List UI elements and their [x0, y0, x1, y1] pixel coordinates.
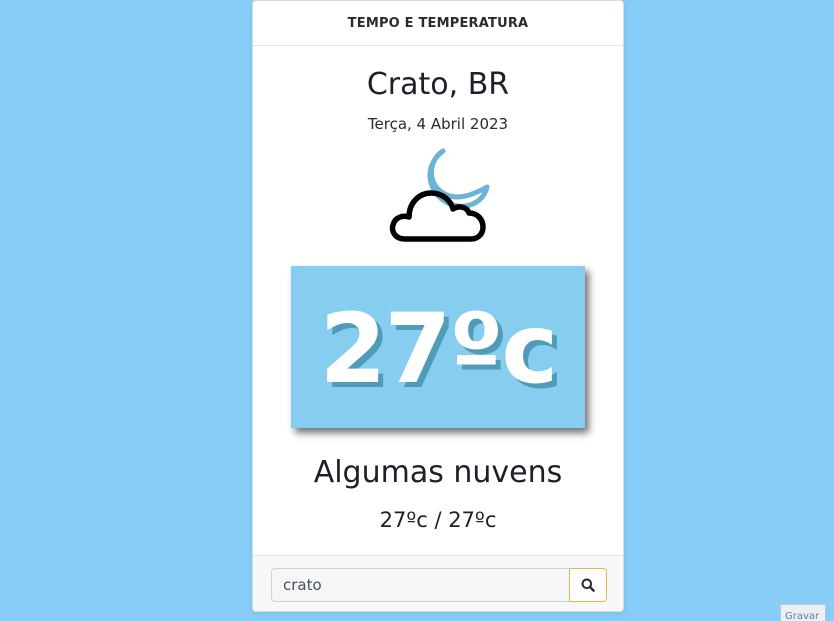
- weather-card: TEMPO E TEMPERATURA Crato, BR Terça, 4 A…: [252, 0, 624, 612]
- city-name: Crato, BR: [366, 67, 510, 102]
- night-partly-cloudy-icon: [387, 147, 491, 247]
- search-button[interactable]: [569, 568, 607, 602]
- current-date: Terça, 4 Abril 2023: [367, 115, 509, 133]
- moon-icon: [427, 148, 490, 209]
- weather-description: Algumas nuvens: [313, 455, 563, 490]
- search-icon: [581, 578, 595, 592]
- temperature-value: 27ºc: [319, 293, 559, 405]
- record-button[interactable]: Gravar: [780, 604, 826, 621]
- search-input[interactable]: [271, 568, 571, 602]
- page: TEMPO E TEMPERATURA Crato, BR Terça, 4 A…: [0, 0, 834, 621]
- temperature-box: 27ºc: [291, 266, 585, 428]
- min-max-temperature: 27ºc / 27ºc: [379, 508, 497, 532]
- search-footer: [253, 555, 623, 611]
- card-header: TEMPO E TEMPERATURA: [253, 1, 623, 46]
- cloud-icon: [389, 190, 486, 242]
